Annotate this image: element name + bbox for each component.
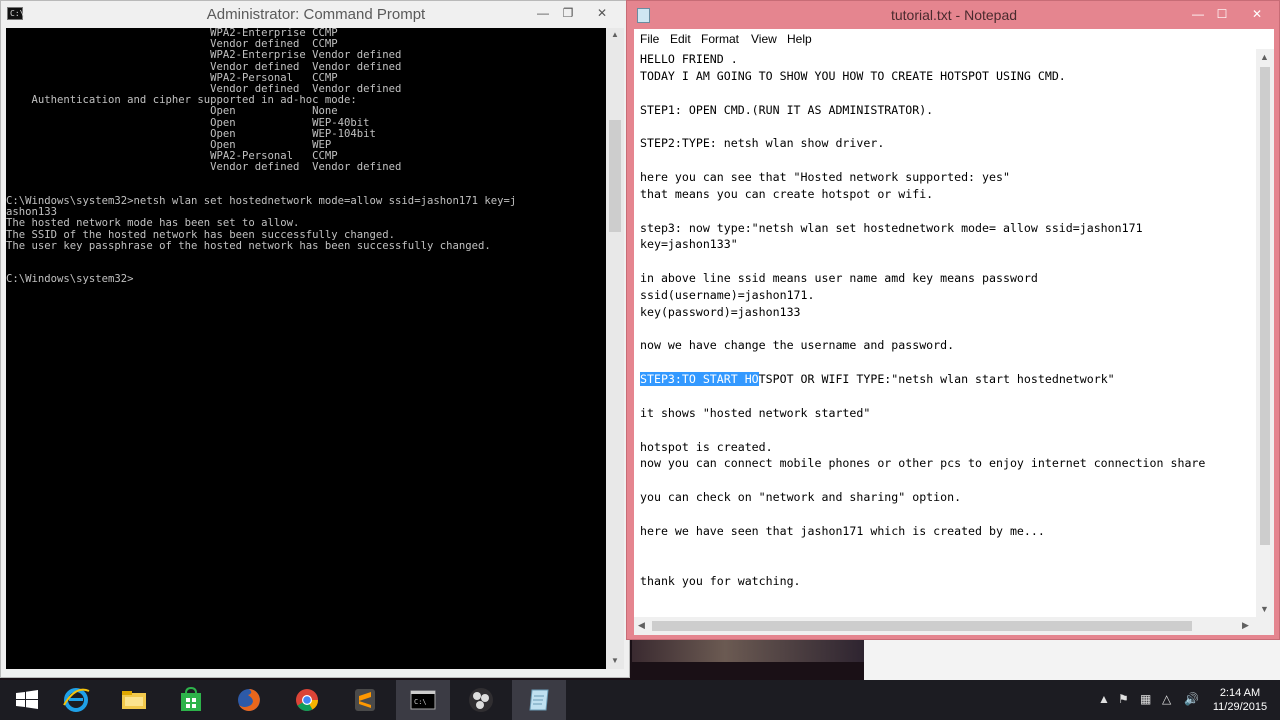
text-line: ssid(username)=jashon171. (640, 287, 815, 302)
cmd-taskbar-icon[interactable]: C:\ (396, 680, 450, 720)
cmd-scroll-thumb[interactable] (609, 120, 621, 232)
text-line: that means you can create hotspot or wif… (640, 186, 934, 201)
wifi-icon[interactable]: △ (1162, 692, 1171, 706)
scroll-up-arrow-icon[interactable]: ▲ (606, 30, 624, 39)
text-line: TODAY I AM GOING TO SHOW YOU HOW TO CREA… (640, 68, 1066, 83)
cmd-titlebar[interactable]: C:\ Administrator: Command Prompt — ❐ ✕ (1, 1, 629, 28)
text-line: here you can see that "Hosted network su… (640, 169, 1010, 184)
menu-help[interactable]: Help (787, 32, 812, 46)
text-line: step3: now type:"netsh wlan set hostedne… (640, 220, 1143, 235)
command-prompt-window[interactable]: C:\ Administrator: Command Prompt — ❐ ✕ … (0, 0, 630, 678)
text-line: HELLO FRIEND . (640, 52, 738, 66)
text-line: here we have seen that jashon171 which i… (640, 523, 1045, 538)
wallpaper-fragment (632, 640, 864, 662)
obs-icon[interactable] (454, 680, 508, 720)
start-icon[interactable] (0, 680, 54, 720)
text-line: now we have change the username and pass… (640, 338, 955, 353)
text-line: STEP2:TYPE: netsh wlan show driver. (640, 136, 885, 151)
menu-view[interactable]: View (751, 32, 777, 46)
notepad-hscroll-thumb[interactable] (652, 621, 1192, 631)
selected-text[interactable]: STEP3:TO START HO (640, 372, 759, 387)
notepad-taskbar-icon[interactable] (512, 680, 566, 720)
notepad-horizontal-scrollbar[interactable]: ◀ ▶ (634, 617, 1256, 635)
text-after-selection: TSPOT OR WIFI TYPE:"netsh wlan start hos… (758, 372, 1115, 387)
text-line: hotspot is created. (640, 439, 773, 454)
system-tray: ▲ ⚑ ▦ △ 🔊 (1092, 680, 1212, 720)
firefox-icon[interactable] (222, 680, 276, 720)
flag-icon[interactable]: ⚑ (1118, 692, 1129, 706)
size-grip[interactable] (1256, 617, 1274, 635)
console-output[interactable]: WPA2-Enterprise CCMP Vendor defined CCMP… (6, 28, 606, 669)
notepad-titlebar[interactable]: tutorial.txt - Notepad — ☐ ✕ (627, 1, 1279, 29)
scroll-down-arrow-icon[interactable]: ▼ (606, 656, 624, 665)
scroll-down-arrow-icon[interactable]: ▼ (1260, 604, 1269, 614)
scroll-left-arrow-icon[interactable]: ◀ (638, 620, 645, 631)
minimize-icon[interactable]: — (530, 3, 556, 23)
text-line: STEP1: OPEN CMD.(RUN IT AS ADMINISTRATOR… (640, 102, 934, 117)
show-hidden-icons-icon[interactable]: ▲ (1098, 692, 1110, 706)
text-line: you can check on "network and sharing" o… (640, 490, 962, 505)
text-line: now you can connect mobile phones or oth… (640, 456, 1206, 471)
menu-edit[interactable]: Edit (670, 32, 691, 46)
text-editor[interactable]: HELLO FRIEND . TODAY I AM GOING TO SHOW Y… (634, 49, 1256, 617)
restore-icon[interactable]: ❐ (555, 3, 581, 23)
text-line: STEP3:TO START HOTSPOT OR WIFI TYPE:"net… (640, 371, 1115, 387)
wallpaper-fragment-light (864, 640, 1280, 680)
text-line: thank you for watching. (640, 574, 801, 589)
notepad-window[interactable]: tutorial.txt - Notepad — ☐ ✕ File Edit F… (626, 0, 1280, 640)
volume-icon[interactable]: 🔊 (1184, 692, 1199, 706)
notepad-vscroll-thumb[interactable] (1260, 67, 1270, 545)
minimize-icon[interactable]: — (1185, 4, 1211, 24)
maximize-icon[interactable]: ☐ (1209, 4, 1235, 24)
text-line: key(password)=jashon133 (640, 304, 801, 319)
cmd-vertical-scrollbar[interactable]: ▲ ▼ (606, 28, 624, 669)
console-text: WPA2-Enterprise CCMP Vendor defined CCMP… (6, 28, 517, 286)
scroll-right-arrow-icon[interactable]: ▶ (1242, 620, 1249, 631)
clock[interactable]: 2:14 AM 11/29/2015 (1204, 686, 1276, 714)
menu-file[interactable]: File (640, 32, 659, 46)
menu-bar: File Edit Format View Help (634, 29, 1274, 49)
sublime-icon[interactable] (338, 680, 392, 720)
internet-explorer-icon[interactable] (49, 680, 103, 720)
clock-date: 11/29/2015 (1212, 701, 1268, 713)
text-line: key=jashon133" (640, 237, 738, 252)
text-line: in above line ssid means user name amd k… (640, 271, 1038, 286)
svg-text:C:\: C:\ (414, 698, 427, 706)
close-icon[interactable]: ✕ (589, 3, 615, 23)
taskbar: C:\ ▲ ⚑ ▦ △ 🔊 2:14 AM 11/29/2015 (0, 680, 1280, 720)
menu-format[interactable]: Format (701, 32, 739, 46)
network-icon[interactable]: ▦ (1140, 692, 1151, 706)
notepad-window-title: tutorial.txt - Notepad (890, 7, 1018, 23)
chrome-icon[interactable] (280, 680, 334, 720)
file-explorer-icon[interactable] (107, 680, 161, 720)
store-icon[interactable] (164, 680, 218, 720)
close-icon[interactable]: ✕ (1244, 4, 1270, 24)
notepad-vertical-scrollbar[interactable]: ▲ ▼ (1256, 49, 1274, 617)
scroll-up-arrow-icon[interactable]: ▲ (1260, 52, 1269, 62)
clock-time: 2:14 AM (1219, 687, 1261, 699)
text-line: it shows "hosted network started" (640, 405, 871, 420)
